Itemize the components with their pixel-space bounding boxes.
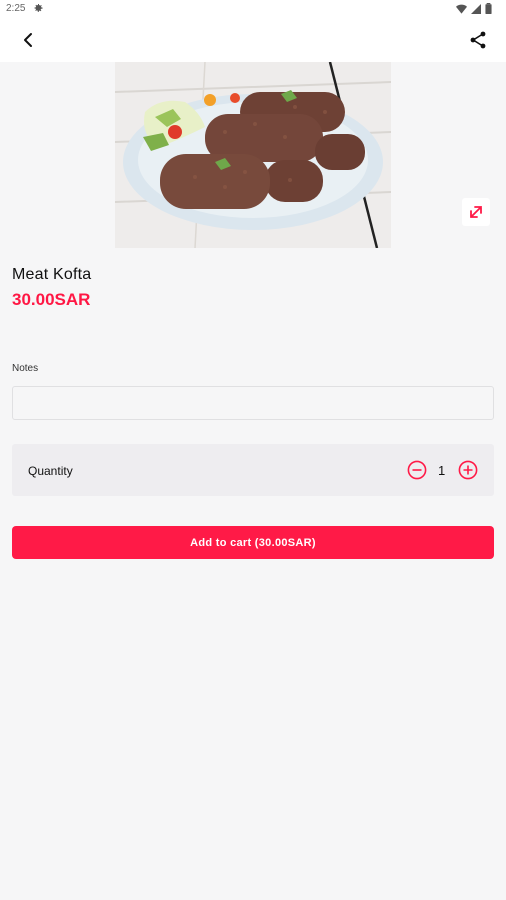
share-icon	[470, 31, 486, 49]
status-icons	[456, 3, 492, 14]
plus-circle-icon	[458, 460, 478, 480]
battery-icon	[485, 3, 492, 14]
product-name: Meat Kofta	[12, 266, 92, 283]
status-bar: 2:25	[0, 0, 506, 18]
notes-input[interactable]	[12, 386, 494, 420]
quantity-label: Quantity	[28, 464, 73, 478]
minus-circle-icon	[407, 460, 427, 480]
app-bar	[0, 18, 506, 62]
decrease-quantity-button[interactable]	[407, 460, 427, 480]
share-button[interactable]	[466, 28, 490, 52]
add-to-cart-button[interactable]: Add to cart (30.00SAR)	[12, 526, 494, 559]
back-button[interactable]	[16, 28, 40, 52]
status-time: 2:25	[6, 3, 26, 14]
chevron-left-icon	[24, 33, 32, 47]
wifi-icon	[456, 4, 467, 14]
cellular-icon	[471, 3, 481, 14]
product-image	[115, 62, 391, 248]
expand-icon	[470, 206, 482, 218]
product-price: 30.00SAR	[12, 290, 91, 309]
increase-quantity-button[interactable]	[458, 460, 478, 480]
quantity-card: Quantity 1	[12, 444, 494, 496]
notes-label: Notes	[12, 363, 39, 374]
product-image-area	[0, 62, 506, 248]
settings-gear-icon	[32, 2, 44, 17]
quantity-value: 1	[438, 463, 446, 478]
expand-image-button[interactable]	[462, 198, 490, 226]
